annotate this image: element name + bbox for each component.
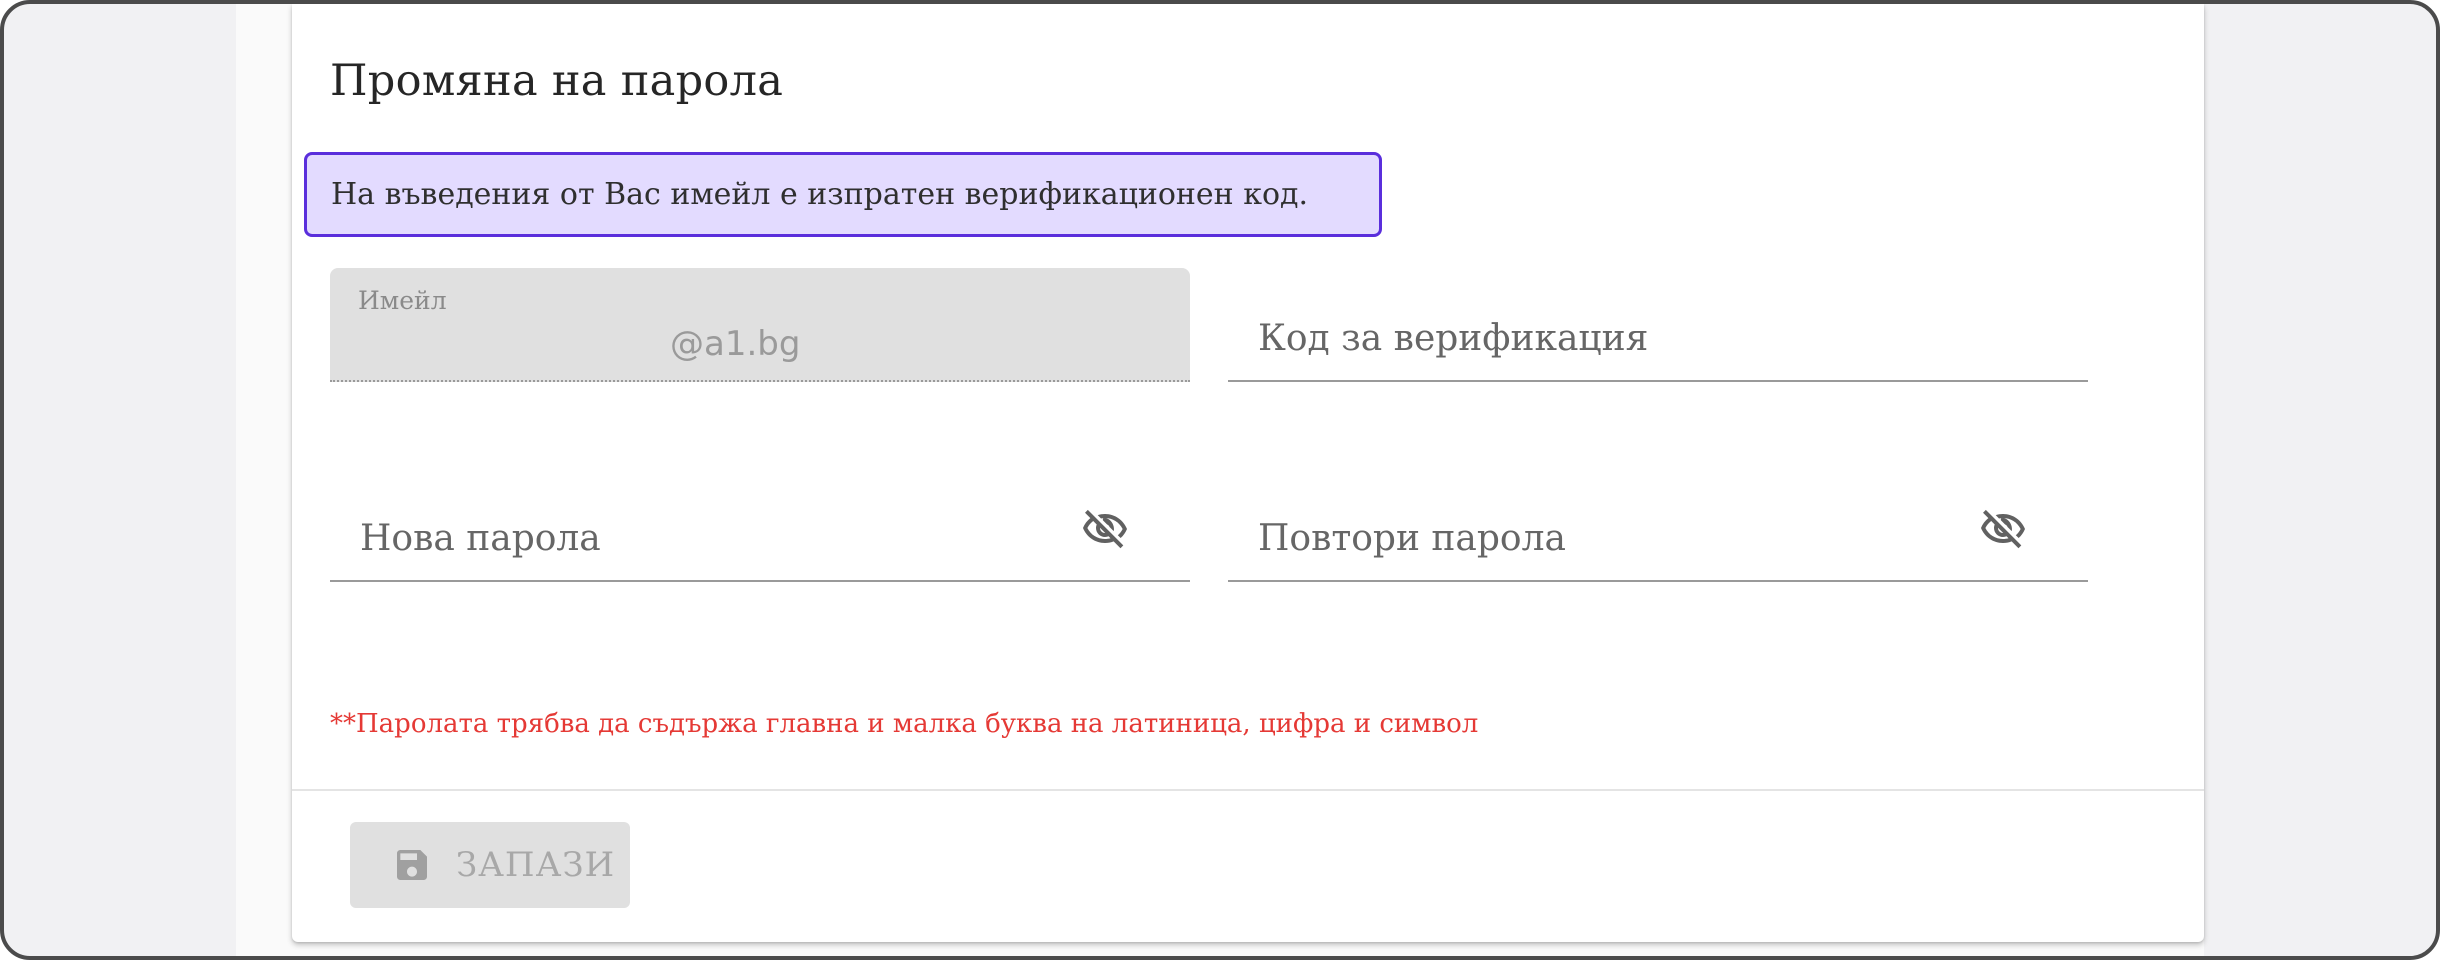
info-banner: На въведения от Вас имейл е изпратен вер… bbox=[304, 152, 1382, 237]
page-title: Промяна на парола bbox=[330, 56, 784, 106]
save-button[interactable]: ЗАПАЗИ bbox=[350, 822, 630, 908]
new-password-underline bbox=[330, 580, 1190, 582]
repeat-password-visibility-toggle[interactable] bbox=[1974, 504, 2032, 554]
new-password-visibility-toggle[interactable] bbox=[1076, 504, 1134, 554]
floppy-disk-icon bbox=[397, 850, 427, 880]
email-underline bbox=[330, 380, 1190, 382]
repeat-password-input[interactable] bbox=[1256, 508, 2060, 568]
new-password-field bbox=[330, 468, 1190, 582]
actions-divider bbox=[292, 789, 2204, 791]
repeat-password-field bbox=[1228, 468, 2088, 582]
new-password-input[interactable] bbox=[358, 508, 1162, 568]
verification-code-input[interactable] bbox=[1256, 308, 2060, 368]
email-field: Имейл @a1.bg bbox=[330, 268, 1190, 382]
email-label: Имейл bbox=[358, 286, 447, 315]
repeat-password-underline bbox=[1228, 580, 2088, 582]
verification-code-field bbox=[1228, 268, 2088, 382]
password-requirements-hint: **Паролата трябва да съдържа главна и ма… bbox=[330, 709, 1479, 739]
eye-off-icon bbox=[1083, 509, 1127, 549]
email-value: @a1.bg bbox=[670, 324, 801, 364]
change-password-card: Промяна на парола На въведения от Вас им… bbox=[292, 4, 2204, 942]
save-button-label: ЗАПАЗИ bbox=[456, 845, 616, 885]
eye-off-icon bbox=[1981, 509, 2025, 549]
verification-code-underline bbox=[1228, 380, 2088, 382]
window-frame: Промяна на парола На въведения от Вас им… bbox=[0, 0, 2440, 960]
info-banner-text: На въведения от Вас имейл е изпратен вер… bbox=[331, 177, 1309, 212]
